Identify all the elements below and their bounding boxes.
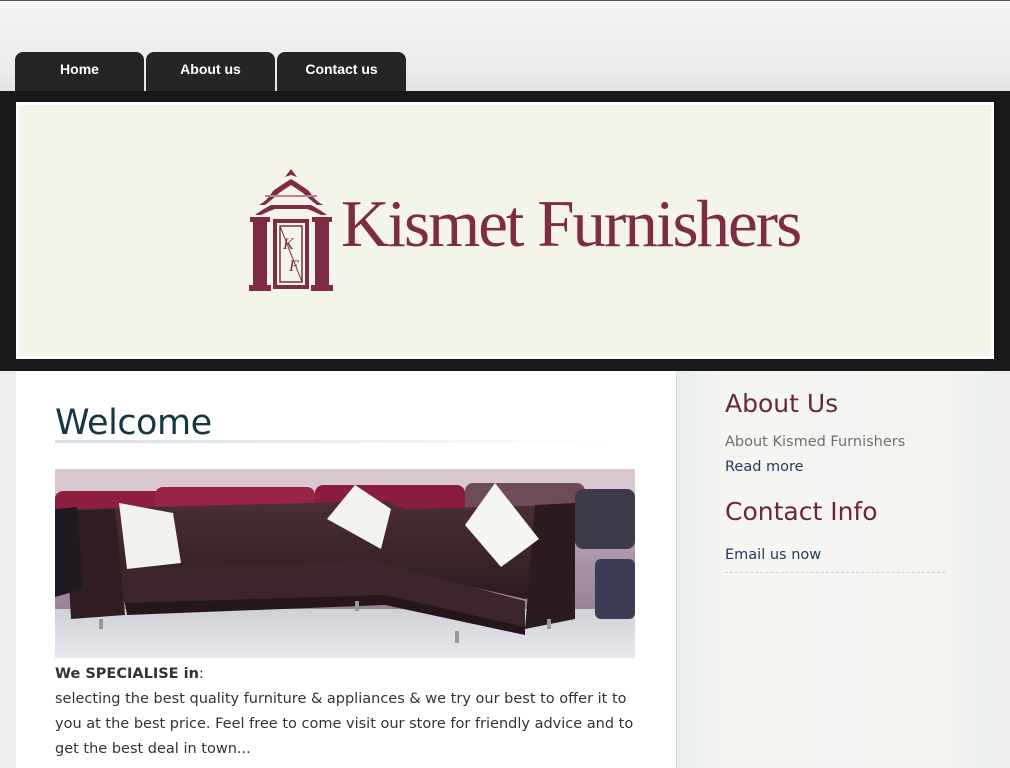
tab-contact-us[interactable]: Contact us [277,52,406,92]
body-line-1: selecting the best quality furniture & a… [55,691,627,707]
emblem-letter-k: K [282,236,295,253]
banner-inner: K F Kismet Furnishers [19,105,991,356]
specialise-line: We SPECIALISE in: [55,666,204,682]
about-description: About Kismed Furnishers [725,434,906,450]
brand-name: Kismet Furnishers [341,187,802,261]
read-more-link[interactable]: Read more [725,459,804,475]
banner: K F Kismet Furnishers [16,102,994,359]
emblem-letter-f: F [288,258,299,275]
contact-divider [725,572,945,573]
email-us-link[interactable]: Email us now [725,547,821,563]
body-line-3: get the best deal in town... [55,741,251,757]
contact-info-heading: Contact Info [725,497,878,526]
logo-emblem: K F [249,169,333,291]
about-us-heading: About Us [725,389,839,418]
tab-about-us[interactable]: About us [146,52,275,92]
tab-home[interactable]: Home [15,52,144,92]
body-line-2: you at the best price. Feel free to come… [55,716,634,732]
specialise-colon: : [198,666,204,682]
specialise-label: We SPECIALISE in [55,666,199,682]
top-nav-bar: Home About us Contact us [0,0,1010,92]
title-underline [55,440,615,443]
sidebar-panel [676,371,994,768]
page-title: Welcome [55,403,212,443]
sofa-photo [55,469,635,658]
